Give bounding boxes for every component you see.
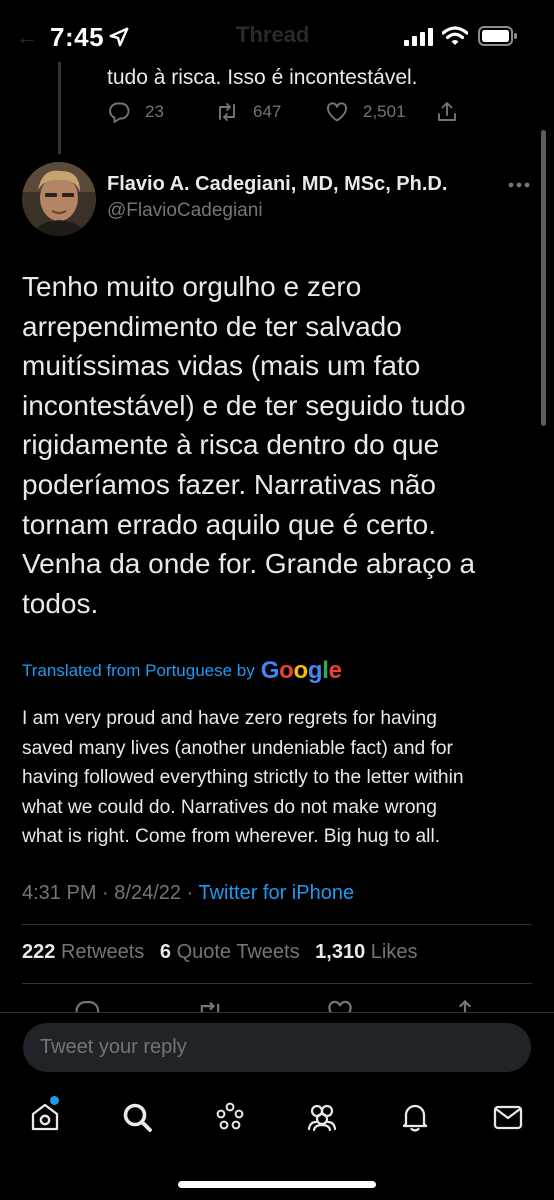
likes-stat[interactable]: 1,310 Likes bbox=[315, 941, 417, 963]
avatar-image bbox=[22, 162, 96, 236]
retweet-icon bbox=[219, 103, 235, 121]
tab-search[interactable] bbox=[120, 1100, 154, 1134]
reply-bar bbox=[0, 1012, 554, 1082]
meta-separator: · bbox=[186, 882, 194, 904]
retweets-count: 222 bbox=[22, 941, 56, 963]
translated-label: Translated from Portuguese by bbox=[22, 661, 255, 680]
scrollbar[interactable] bbox=[541, 130, 546, 426]
reply-icon bbox=[109, 102, 130, 123]
more-options-icon[interactable] bbox=[508, 180, 530, 190]
status-time: 7:45 bbox=[50, 22, 105, 52]
back-arrow-ghost: ← bbox=[16, 24, 38, 49]
tweet-time: 4:31 PM bbox=[22, 882, 97, 904]
location-arrow-icon bbox=[109, 27, 129, 47]
tweet-line: rigidamente à risca dentro do que bbox=[22, 429, 440, 461]
tweet-action-row bbox=[0, 998, 554, 1012]
author-display-name[interactable]: Flavio A. Cadegiani, MD, MSc, Ph.D. bbox=[107, 173, 447, 196]
prev-reply-count: 23 bbox=[145, 102, 164, 121]
heart-icon[interactable] bbox=[326, 998, 354, 1012]
translation-line: saved many lives (another undeniable fac… bbox=[22, 737, 453, 759]
tab-bar bbox=[0, 1082, 554, 1200]
tab-notifications[interactable] bbox=[398, 1100, 432, 1134]
tab-home[interactable] bbox=[28, 1096, 62, 1134]
tweet-line: muitíssimas vidas (mais um fato bbox=[22, 350, 421, 382]
quote-tweets-stat[interactable]: 6 Quote Tweets bbox=[160, 941, 300, 963]
tweet-line: tornam errado aquilo que é certo. bbox=[22, 508, 437, 540]
translation-line: what we could do. Narratives do not make… bbox=[22, 796, 437, 818]
heart-icon bbox=[327, 102, 347, 122]
google-letter: o bbox=[279, 657, 294, 684]
google-letter: g bbox=[307, 657, 323, 684]
quotes-count: 6 bbox=[159, 941, 171, 963]
home-notification-dot bbox=[50, 1096, 59, 1105]
tweet-reply-input[interactable] bbox=[23, 1023, 531, 1072]
prev-share-button[interactable] bbox=[435, 100, 473, 124]
communities-icon bbox=[307, 1104, 337, 1132]
tab-messages[interactable] bbox=[491, 1100, 525, 1134]
previous-tweet-actions: 23 647 2,501 bbox=[107, 100, 507, 130]
tab-communities[interactable] bbox=[305, 1100, 339, 1134]
notifications-icon bbox=[402, 1104, 428, 1132]
google-letter: e bbox=[328, 657, 342, 684]
google-letter: o bbox=[293, 657, 309, 684]
translation-line: having followed everything strictly to t… bbox=[22, 767, 464, 789]
prev-reply-button[interactable]: 23 bbox=[107, 100, 164, 124]
retweets-label: Retweets bbox=[60, 941, 145, 963]
previous-tweet-text: tudo à risca. Isso é incontestável. bbox=[107, 66, 418, 89]
meta-separator: · bbox=[102, 882, 109, 904]
home-indicator bbox=[178, 1181, 376, 1188]
prev-like-button[interactable]: 2,501 bbox=[325, 100, 406, 124]
share-icon bbox=[438, 102, 456, 121]
prev-retweet-count: 647 bbox=[253, 102, 282, 121]
author-handle[interactable]: @FlavioCadegiani bbox=[107, 200, 263, 222]
translated-text: I am very proud and have zero regrets fo… bbox=[22, 704, 532, 852]
tweet-date: 8/24/22 bbox=[114, 882, 182, 904]
home-icon bbox=[31, 1103, 59, 1131]
wifi-icon bbox=[442, 26, 468, 45]
tweet-line: Venha da onde for. Grande abraço a bbox=[22, 548, 476, 580]
divider bbox=[22, 924, 532, 925]
translation-line: what is right. Come from wherever. Big h… bbox=[22, 826, 441, 848]
messages-icon bbox=[493, 1105, 523, 1130]
divider bbox=[22, 983, 532, 984]
tab-spaces[interactable] bbox=[213, 1100, 247, 1134]
translation-attribution[interactable]: Translated from Portuguese by Google bbox=[22, 657, 342, 685]
retweet-icon[interactable] bbox=[196, 998, 224, 1012]
tweet-line: arrependimento de ter salvado bbox=[22, 310, 402, 342]
tweet-timestamp-row: 4:31 PM · 8/24/22 · Twitter for iPhone bbox=[22, 882, 354, 905]
spaces-icon bbox=[216, 1102, 244, 1130]
quotes-label: Quote Tweets bbox=[176, 941, 300, 963]
search-icon bbox=[123, 1103, 152, 1132]
engagement-stats: 222 Retweets 6 Quote Tweets 1,310 Likes bbox=[22, 941, 418, 964]
header-title-ghost: Thread bbox=[236, 22, 310, 47]
prev-like-count: 2,501 bbox=[363, 102, 406, 121]
tweet-line: Tenho muito orgulho e zero bbox=[22, 271, 362, 302]
thread-connector-line bbox=[58, 62, 61, 154]
tweet-line: todos. bbox=[22, 587, 99, 619]
share-icon[interactable] bbox=[451, 998, 479, 1012]
avatar[interactable] bbox=[22, 162, 96, 236]
cellular-signal-icon bbox=[404, 28, 433, 46]
likes-count: 1,310 bbox=[315, 941, 366, 963]
battery-icon bbox=[478, 26, 517, 46]
status-bar: ← Thread 7:45 bbox=[0, 0, 554, 70]
tweet-line: incontestável) e de ter seguido tudo bbox=[22, 389, 466, 421]
likes-label: Likes bbox=[370, 941, 418, 963]
reply-icon[interactable] bbox=[73, 998, 101, 1012]
translation-line: I am very proud and have zero regrets fo… bbox=[22, 708, 437, 729]
tweet-line: poderíamos fazer. Narrativas não bbox=[22, 468, 436, 500]
google-letter: G bbox=[260, 657, 280, 684]
prev-retweet-button[interactable]: 647 bbox=[215, 100, 281, 124]
tweet-source-link[interactable]: Twitter for iPhone bbox=[198, 882, 354, 904]
retweets-stat[interactable]: 222 Retweets bbox=[22, 941, 144, 963]
tweet-body: Tenho muito orgulho e zero arrependiment… bbox=[22, 267, 532, 623]
google-logo: Google bbox=[261, 657, 342, 685]
